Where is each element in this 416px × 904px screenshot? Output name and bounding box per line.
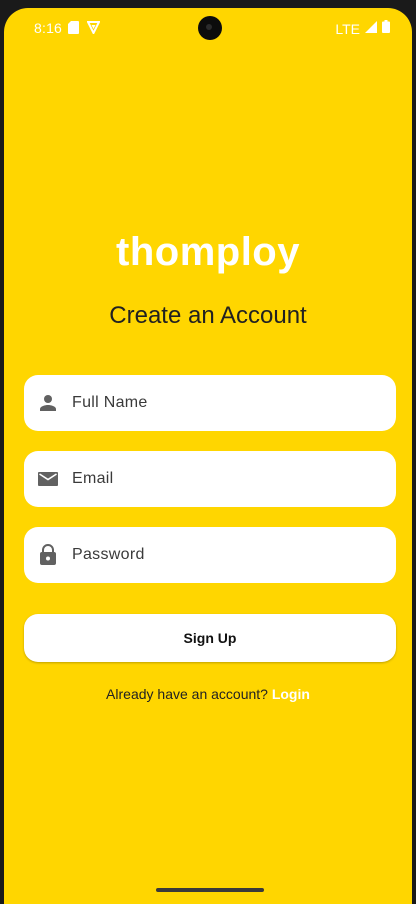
email-field[interactable] — [24, 451, 396, 507]
login-link[interactable]: Login — [272, 686, 310, 702]
login-prompt-row: Already have an account? Login — [4, 686, 412, 702]
email-input[interactable] — [72, 451, 382, 507]
vpn-shield-icon — [86, 21, 101, 39]
status-time: 8:16 — [34, 20, 63, 36]
status-bar: 8:16 LTE — [4, 8, 412, 48]
device-frame: 8:16 LTE thomploy Create an Account Full… — [0, 0, 416, 904]
password-field[interactable] — [24, 527, 396, 583]
lock-icon — [36, 543, 60, 567]
full-name-input[interactable] — [72, 375, 382, 431]
network-type: LTE — [335, 21, 360, 37]
app-logo: thomploy — [116, 230, 300, 274]
signal-icon — [365, 20, 377, 38]
status-right-icons: LTE — [335, 20, 390, 38]
front-camera — [198, 16, 222, 40]
person-icon — [36, 391, 60, 415]
full-name-field[interactable] — [24, 375, 396, 431]
mail-icon — [36, 467, 60, 491]
password-input[interactable] — [72, 527, 382, 583]
status-left-icons — [68, 21, 101, 39]
home-indicator[interactable] — [156, 888, 264, 892]
sign-up-button[interactable]: Sign Up — [24, 614, 396, 662]
page-title: Create an Account — [109, 302, 307, 329]
signup-screen: 8:16 LTE thomploy Create an Account Full… — [4, 8, 412, 904]
sd-card-icon — [68, 21, 79, 39]
battery-icon — [382, 20, 390, 38]
login-prompt-text: Already have an account? — [106, 686, 268, 702]
